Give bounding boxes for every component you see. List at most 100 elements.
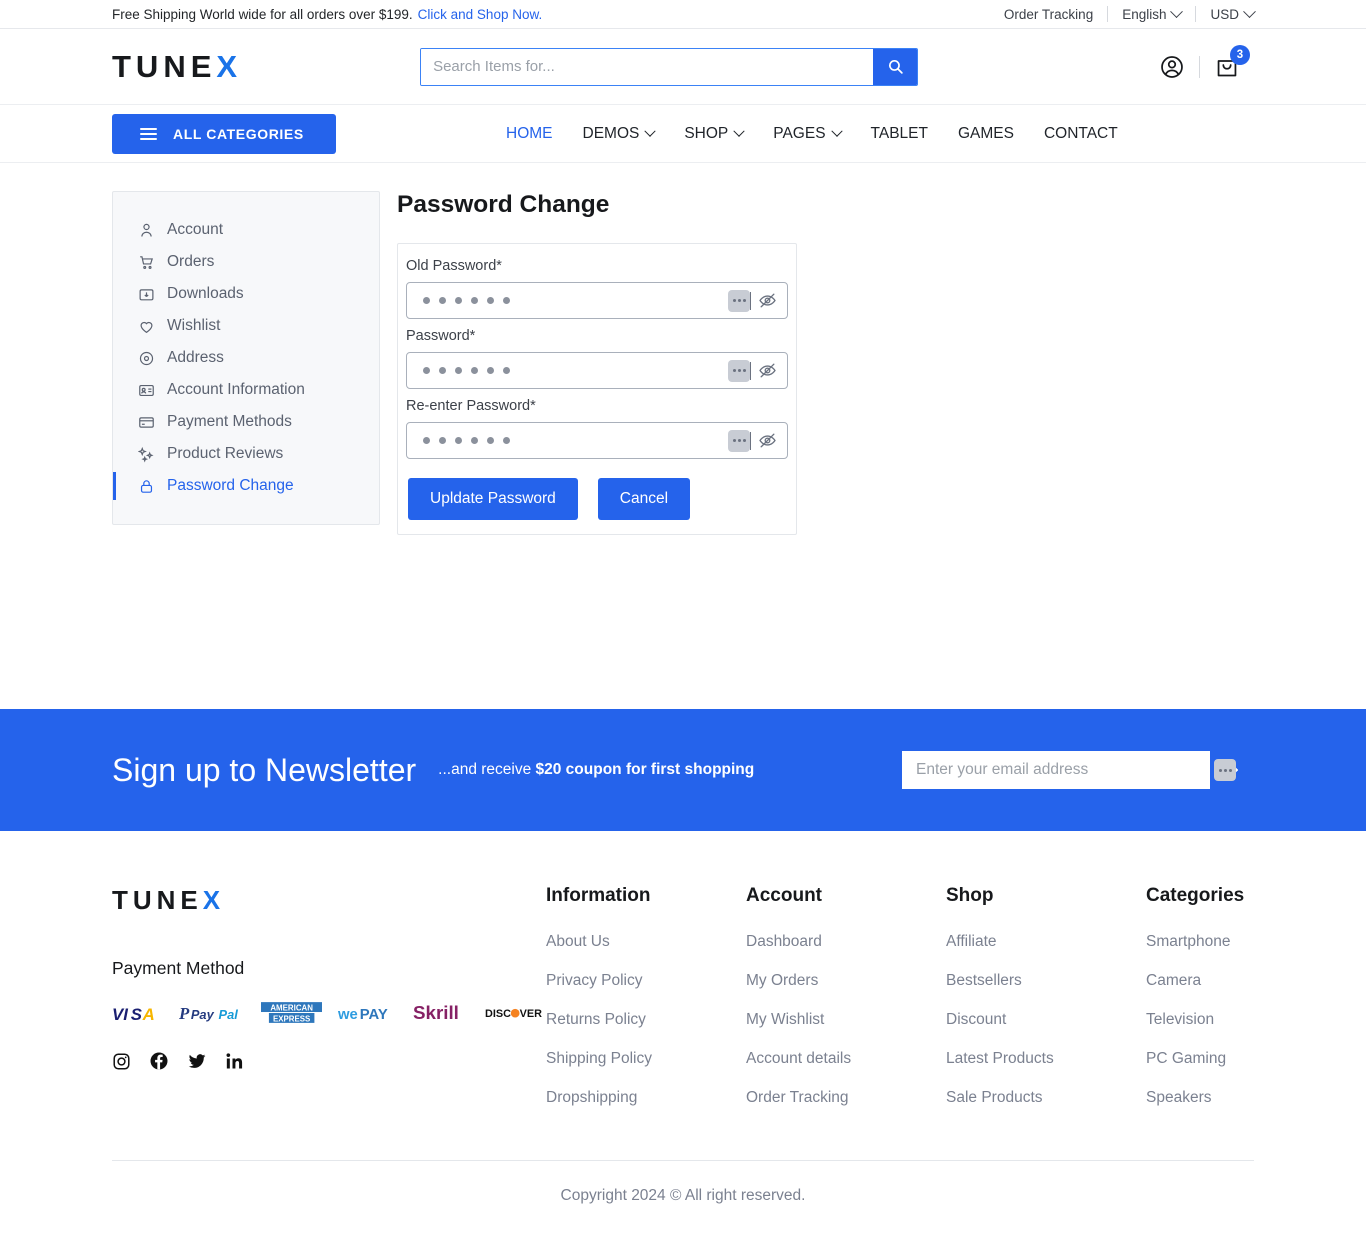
nav-item-label: TABLET <box>870 124 928 142</box>
eye-off-icon[interactable] <box>758 291 777 310</box>
search-input[interactable] <box>421 48 874 85</box>
password-change-column: Password Change Old Password* Password* … <box>397 191 797 535</box>
sidebar-item-label: Payment Methods <box>167 413 292 430</box>
hamburger-menu-icon <box>140 127 157 140</box>
site-logo[interactable]: TUNEX <box>112 49 242 85</box>
nav-item-demos[interactable]: DEMOS <box>568 125 670 143</box>
footer-link[interactable]: Dashboard <box>746 933 946 951</box>
password-change-form: Old Password* Password* Re-enter Passwor… <box>397 243 797 535</box>
account-button[interactable] <box>1145 54 1199 80</box>
footer-link[interactable]: Television <box>1146 1011 1346 1029</box>
sidebar-item-password-change[interactable]: Password Change <box>113 470 379 502</box>
reenter-password-input[interactable] <box>406 422 788 459</box>
main-navigation-bar: ALL CATEGORIES HOME DEMOS SHOP PAGES TABLET G… <box>0 105 1366 163</box>
id-card-icon <box>137 381 155 399</box>
footer-link[interactable]: Shipping Policy <box>546 1050 746 1068</box>
language-selector[interactable]: English <box>1108 4 1195 22</box>
footer-logo-main: TUNE <box>112 885 203 915</box>
footer-logo[interactable]: TUNEX <box>112 885 546 916</box>
cart-count-badge: 3 <box>1230 44 1250 65</box>
page-root: Free Shipping World wide for all orders … <box>0 0 1366 1233</box>
footer-link[interactable]: Smartphone <box>1146 933 1346 951</box>
chevron-down-icon <box>644 125 657 137</box>
nav-item-label: GAMES <box>957 124 1014 142</box>
old-password-input[interactable] <box>406 282 788 319</box>
nav-item-contact[interactable]: CONTACT <box>1029 125 1133 143</box>
footer-link[interactable]: My Orders <box>746 972 946 990</box>
footer-link[interactable]: Dropshipping <box>546 1089 746 1107</box>
sidebar-item-orders[interactable]: Orders <box>113 246 379 278</box>
footer-link[interactable]: Latest Products <box>946 1050 1146 1068</box>
footer-link[interactable]: Bestsellers <box>946 972 1146 990</box>
account-sidebar: Account Orders Downloads Wishlist Address Acc… <box>112 191 380 525</box>
sidebar-item-label: Wishlist <box>167 317 221 334</box>
newsletter-email-input[interactable] <box>902 751 1210 789</box>
new-password-field-group: Password* <box>406 328 788 398</box>
update-password-button[interactable]: Upldate Password <box>408 478 578 520</box>
sidebar-item-label: Password Change <box>167 477 294 494</box>
old-password-field-group: Old Password* <box>406 258 788 328</box>
footer-link[interactable]: About Us <box>546 933 746 951</box>
footer-link[interactable]: Affiliate <box>946 933 1146 951</box>
download-box-icon <box>137 285 155 303</box>
sidebar-item-product-reviews[interactable]: Product Reviews <box>113 438 379 470</box>
visa-icon: VI S A <box>112 1004 155 1022</box>
facebook-icon[interactable] <box>149 1051 169 1071</box>
new-password-input[interactable] <box>406 352 788 389</box>
sidebar-item-wishlist[interactable]: Wishlist <box>113 310 379 342</box>
sidebar-item-payment-methods[interactable]: Payment Methods <box>113 406 379 438</box>
search-bar[interactable] <box>420 47 919 86</box>
linkedin-icon[interactable] <box>225 1051 245 1071</box>
cancel-button[interactable]: Cancel <box>597 478 691 520</box>
nav-item-tablet[interactable]: TABLET <box>856 125 943 143</box>
newsletter-subtitle-prefix: ...and receive <box>438 761 536 778</box>
eye-off-icon[interactable] <box>758 431 777 450</box>
sidebar-item-label: Account <box>167 221 224 238</box>
order-tracking-link[interactable]: Order Tracking <box>990 7 1107 22</box>
footer-link[interactable]: Privacy Policy <box>546 972 746 990</box>
footer-link[interactable]: Camera <box>1146 972 1346 990</box>
promo-text-group: Free Shipping World wide for all orders … <box>112 7 542 22</box>
currency-label: USD <box>1210 6 1239 22</box>
nav-item-games[interactable]: GAMES <box>943 125 1029 143</box>
footer-link[interactable]: My Wishlist <box>746 1011 946 1029</box>
cart-button[interactable]: 3 <box>1200 44 1254 80</box>
footer-column-title: Account <box>746 885 822 906</box>
promo-shop-link[interactable]: Click and Shop Now. <box>418 7 543 22</box>
sidebar-item-address[interactable]: Address <box>113 342 379 374</box>
footer-link[interactable]: Speakers <box>1146 1089 1346 1107</box>
chevron-down-icon <box>830 125 843 137</box>
footer-logo-accent: X <box>202 885 226 915</box>
sidebar-item-account[interactable]: Account <box>113 214 379 246</box>
sidebar-item-downloads[interactable]: Downloads <box>113 278 379 310</box>
currency-selector[interactable]: USD <box>1196 4 1256 22</box>
primary-nav-list: HOME DEMOS SHOP PAGES TABLET GAMES CONTACT <box>491 125 1133 143</box>
nav-item-home[interactable]: HOME <box>491 125 568 143</box>
nav-item-pages[interactable]: PAGES <box>758 125 855 143</box>
svg-text:Pay: Pay <box>191 1006 215 1021</box>
footer-link[interactable]: Account details <box>746 1050 946 1068</box>
sidebar-item-account-information[interactable]: Account Information <box>113 374 379 406</box>
sidebar-item-label: Account Information <box>167 381 305 398</box>
footer-link[interactable]: Sale Products <box>946 1089 1146 1107</box>
credit-card-icon <box>137 413 155 431</box>
autofill-key-icon[interactable] <box>1214 759 1236 781</box>
twitter-icon[interactable] <box>187 1051 207 1071</box>
autofill-key-icon[interactable] <box>728 289 751 312</box>
footer-link[interactable]: Order Tracking <box>746 1089 946 1107</box>
search-button[interactable] <box>873 48 918 85</box>
eye-off-icon[interactable] <box>758 361 777 380</box>
footer-link[interactable]: Discount <box>946 1011 1146 1029</box>
nav-item-shop[interactable]: SHOP <box>669 125 758 143</box>
all-categories-button[interactable]: ALL CATEGORIES <box>112 113 336 154</box>
chevron-down-icon <box>1170 4 1184 18</box>
instagram-icon[interactable] <box>112 1052 131 1071</box>
password-field-tools <box>728 429 777 452</box>
american-express-icon: AMERICAN EXPRESS <box>260 1002 322 1023</box>
password-field-tools <box>728 359 777 382</box>
autofill-key-icon[interactable] <box>728 429 751 452</box>
footer-link[interactable]: Returns Policy <box>546 1011 746 1029</box>
autofill-key-icon[interactable] <box>728 359 751 382</box>
footer-link[interactable]: PC Gaming <box>1146 1050 1346 1068</box>
newsletter-submit-button[interactable] <box>1210 751 1254 789</box>
